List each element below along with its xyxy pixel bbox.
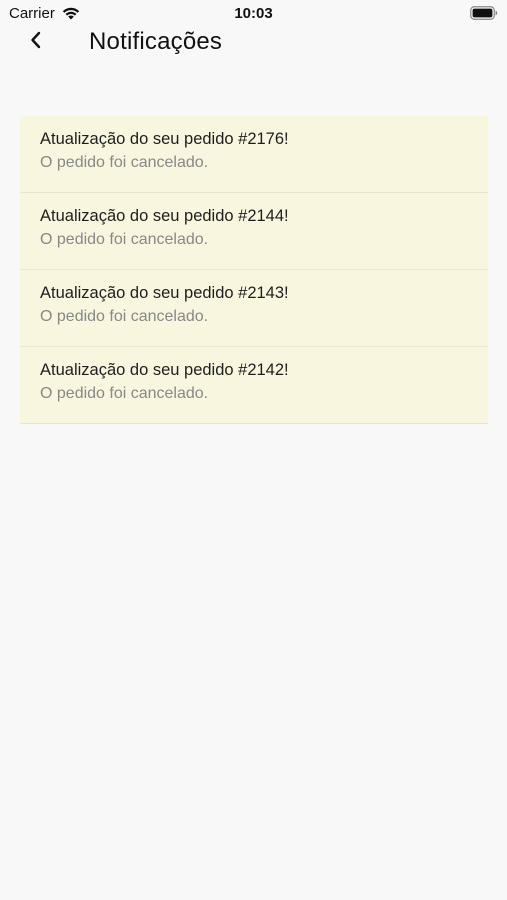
page-title: Notificações [89,28,223,55]
notification-item[interactable]: Atualização do seu pedido #2142! O pedid… [20,347,488,424]
notification-title: Atualização do seu pedido #2176! [40,130,289,148]
notification-item[interactable]: Atualização do seu pedido #2144! O pedid… [20,193,488,270]
status-time: 10:03 [234,5,273,22]
header: Notificações [0,28,507,58]
notification-title: Atualização do seu pedido #2142! [40,361,289,379]
notification-body: O pedido foi cancelado. [40,231,209,248]
status-bar: Carrier 10:03 [0,0,507,28]
notification-body: O pedido foi cancelado. [40,385,209,402]
chevron-left-icon [29,31,43,54]
notification-body: O pedido foi cancelado. [40,308,209,325]
notification-item[interactable]: Atualização do seu pedido #2176! O pedid… [20,116,488,193]
notification-body: O pedido foi cancelado. [40,154,209,171]
back-button[interactable] [22,28,50,56]
notification-item[interactable]: Atualização do seu pedido #2143! O pedid… [20,270,488,347]
notification-title: Atualização do seu pedido #2144! [40,207,289,225]
notification-list: Atualização do seu pedido #2176! O pedid… [20,116,488,424]
battery-icon [470,6,498,20]
notification-title: Atualização do seu pedido #2143! [40,284,289,302]
